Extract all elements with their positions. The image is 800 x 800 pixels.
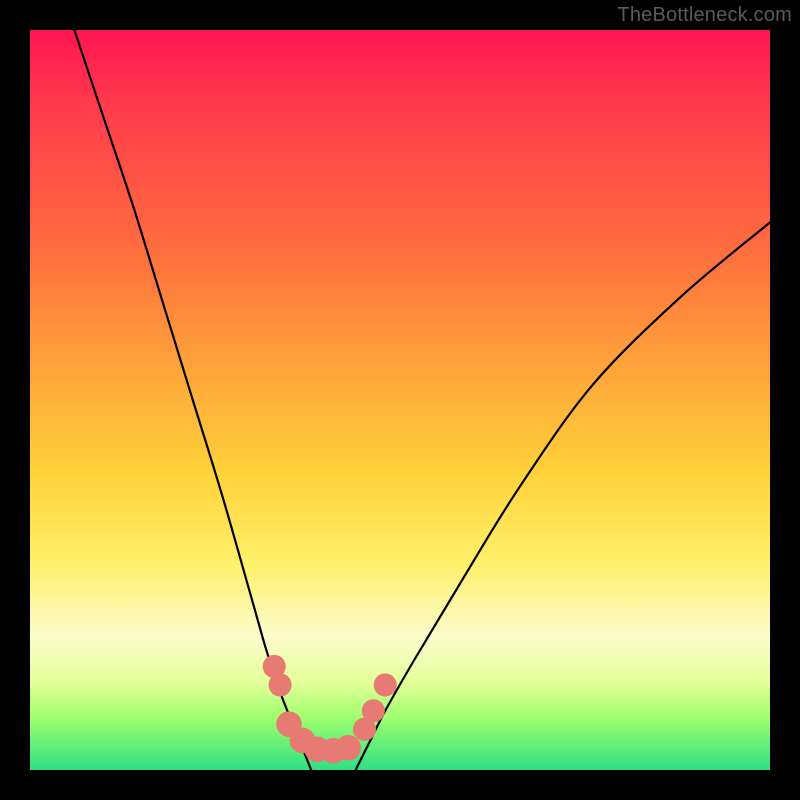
- curve-right-branch: [356, 222, 770, 770]
- chart-frame: TheBottleneck.com: [0, 0, 800, 800]
- watermark-text: TheBottleneck.com: [617, 4, 792, 27]
- plot-area: [30, 30, 770, 770]
- right-dot-3: [374, 673, 397, 696]
- curve-layer: [30, 30, 770, 770]
- left-dot-2: [269, 673, 292, 696]
- right-dot-2: [362, 699, 385, 722]
- valley-cap-5: [335, 735, 361, 761]
